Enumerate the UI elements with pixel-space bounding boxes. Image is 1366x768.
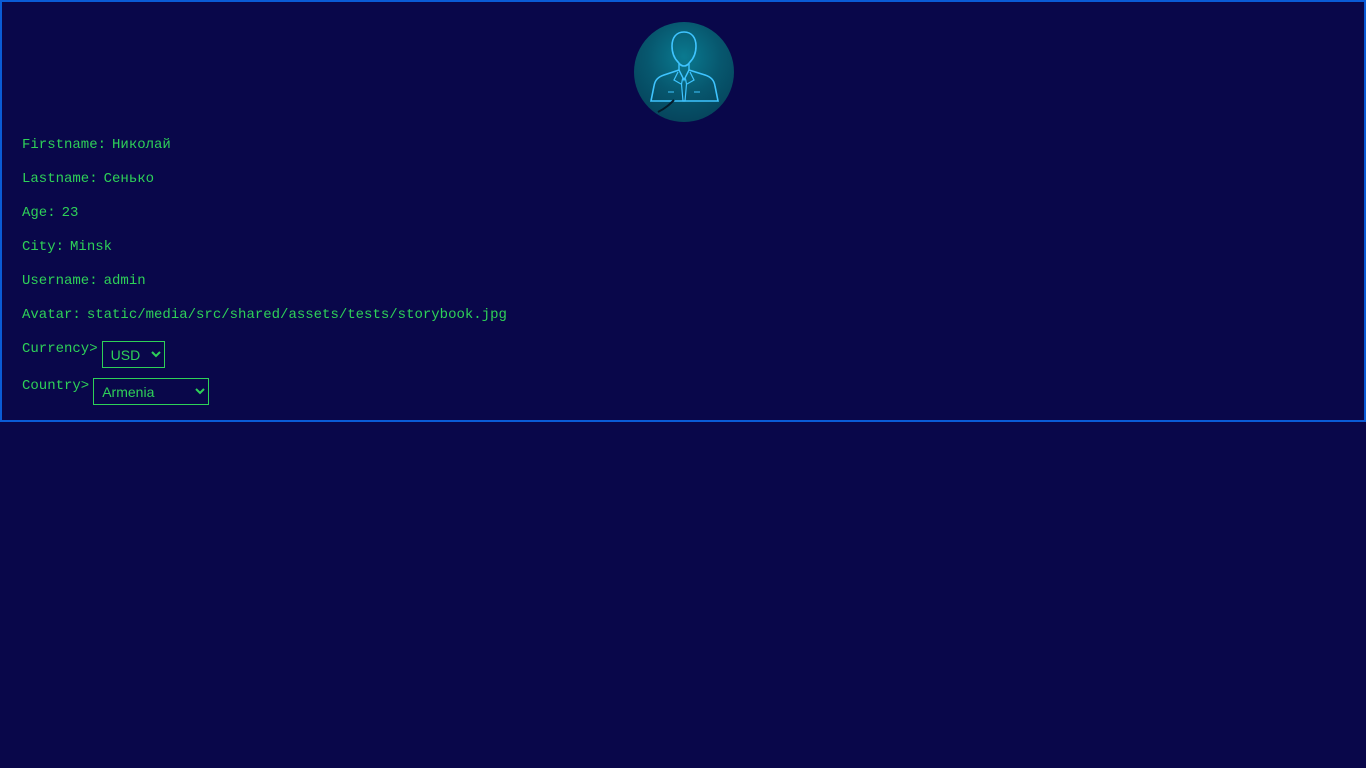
firstname-label: Firstname: [22,137,107,153]
age-label: Age: [22,205,56,221]
age-row: Age: 23 [22,203,507,237]
age-value: 23 [61,205,79,221]
city-row: City: Minsk [22,237,507,271]
lastname-value: Сенько [103,171,155,187]
user-silhouette-icon [650,31,719,113]
lastname-row: Lastname: Сенько [22,169,507,203]
lastname-label: Lastname: [22,171,98,187]
currency-row: Currency> USD [22,339,507,376]
avatar-path-value: static/media/src/shared/assets/tests/sto… [86,307,507,323]
username-row: Username: admin [22,271,507,305]
currency-label: Currency> [22,341,98,357]
avatar-path-row: Avatar: static/media/src/shared/assets/t… [22,305,507,339]
country-select[interactable]: Armenia [93,378,210,405]
currency-select[interactable]: USD [101,341,165,368]
avatar-path-label: Avatar: [22,307,81,323]
firstname-row: Firstname: Николай [22,135,507,169]
firstname-value: Николай [112,137,171,153]
profile-fields: Firstname: Николай Lastname: Сенько Age:… [22,135,507,413]
profile-card: Firstname: Николай Lastname: Сенько Age:… [0,0,1366,422]
username-label: Username: [22,273,98,289]
username-value: admin [103,273,146,289]
avatar [634,22,734,122]
city-value: Minsk [70,239,113,255]
country-label: Country> [22,378,90,394]
city-label: City: [22,239,65,255]
country-row: Country> Armenia [22,376,507,413]
